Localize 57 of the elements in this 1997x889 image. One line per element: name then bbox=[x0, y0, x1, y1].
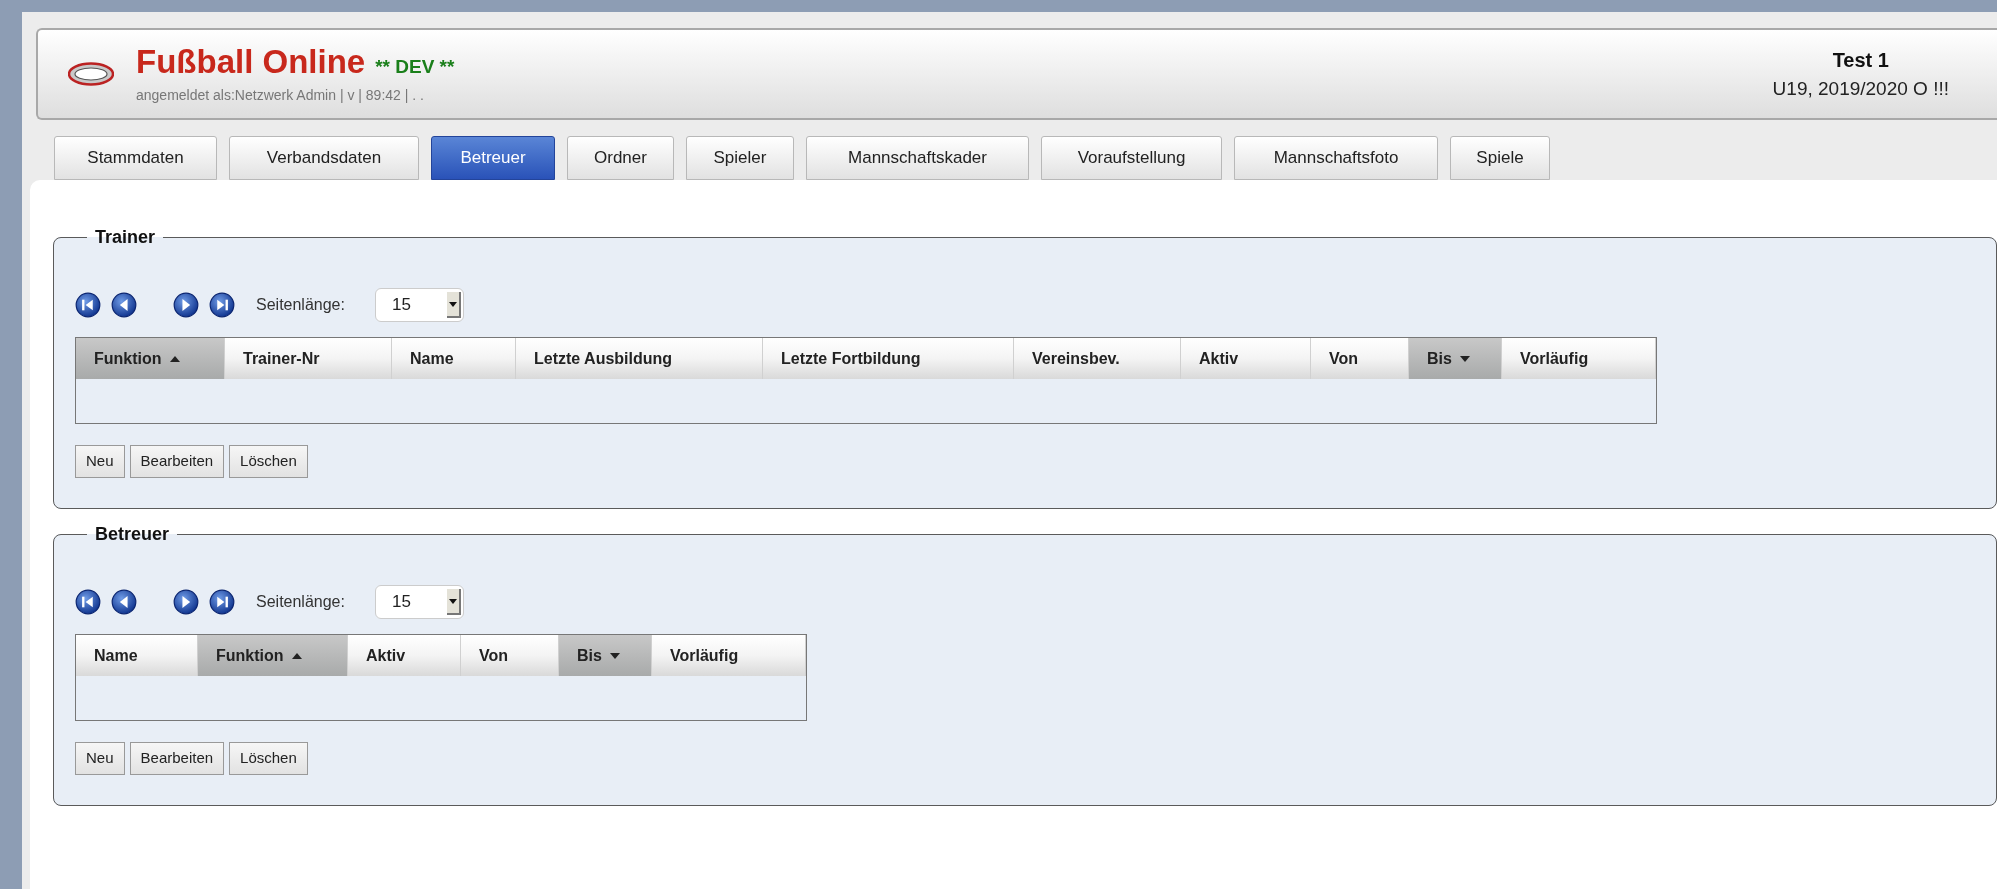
last-page-icon[interactable] bbox=[209, 292, 235, 318]
tab[interactable]: Stammdaten bbox=[54, 136, 217, 180]
action-button[interactable]: Löschen bbox=[229, 445, 308, 478]
caret-icon bbox=[446, 292, 461, 318]
app-title: Fußball Online bbox=[136, 42, 366, 81]
login-info: angemeldet als:Netzwerk Admin | v | 89:42 | . . bbox=[136, 85, 425, 105]
column-header[interactable]: Bis bbox=[1409, 338, 1502, 379]
sort-descending-icon bbox=[1459, 355, 1470, 362]
column-header[interactable]: Trainer-Nr bbox=[225, 338, 392, 379]
column-header[interactable]: Letzte Fortbildung bbox=[763, 338, 1014, 379]
sort-ascending-icon bbox=[169, 355, 180, 362]
first-page-icon[interactable] bbox=[75, 292, 101, 318]
page-size-label: Seitenlänge: bbox=[256, 295, 345, 315]
page-size-dropdown[interactable]: 15 bbox=[374, 288, 464, 322]
caret-icon bbox=[446, 589, 461, 615]
column-header[interactable]: Funktion bbox=[76, 338, 225, 379]
tab[interactable]: Verbandsdaten bbox=[229, 136, 419, 180]
action-button[interactable]: Neu bbox=[75, 445, 125, 478]
page-size-label: Seitenlänge: bbox=[256, 592, 345, 612]
sort-descending-icon bbox=[609, 652, 620, 659]
section-legend: Betreuer bbox=[87, 521, 178, 548]
column-header[interactable]: Vorläufig bbox=[652, 635, 806, 676]
column-header[interactable]: Vorläufig bbox=[1502, 338, 1656, 379]
tab[interactable]: Spiele bbox=[1450, 136, 1550, 180]
tab[interactable]: Voraufstellung bbox=[1041, 136, 1222, 180]
action-button[interactable]: Löschen bbox=[229, 742, 308, 775]
column-header[interactable]: Bis bbox=[559, 635, 652, 676]
page-size-dropdown[interactable]: 15 bbox=[374, 585, 464, 619]
action-button[interactable]: Bearbeiten bbox=[129, 742, 225, 775]
action-button[interactable]: Neu bbox=[75, 742, 125, 775]
sort-ascending-icon bbox=[291, 652, 302, 659]
logo-icon bbox=[68, 62, 114, 86]
column-header[interactable]: Aktiv bbox=[1181, 338, 1311, 379]
column-header[interactable]: Letzte Ausbildung bbox=[516, 338, 763, 379]
next-page-icon[interactable] bbox=[173, 292, 199, 318]
previous-page-icon[interactable] bbox=[111, 292, 137, 318]
action-button[interactable]: Bearbeiten bbox=[129, 445, 225, 478]
section-legend: Trainer bbox=[87, 224, 164, 251]
first-page-icon[interactable] bbox=[75, 589, 101, 615]
next-page-icon[interactable] bbox=[173, 589, 199, 615]
column-header[interactable]: Name bbox=[392, 338, 516, 379]
tab[interactable]: Spieler bbox=[686, 136, 794, 180]
previous-page-icon[interactable] bbox=[111, 589, 137, 615]
column-header[interactable]: Vereinsbev. bbox=[1014, 338, 1181, 379]
column-header[interactable]: Funktion bbox=[198, 635, 348, 676]
tab[interactable]: Mannschaftskader bbox=[806, 136, 1029, 180]
column-header[interactable]: Name bbox=[76, 635, 198, 676]
environment-label: ** DEV ** bbox=[375, 54, 455, 79]
season-info: U19, 2019/2020 O !!! bbox=[1772, 76, 1949, 101]
tab[interactable]: Ordner bbox=[567, 136, 674, 180]
tab[interactable]: Betreuer bbox=[431, 136, 555, 180]
tab[interactable]: Mannschaftsfoto bbox=[1234, 136, 1438, 180]
last-page-icon[interactable] bbox=[209, 589, 235, 615]
column-header[interactable]: Von bbox=[1311, 338, 1409, 379]
team-name: Test 1 bbox=[1832, 47, 1889, 73]
column-header[interactable]: Aktiv bbox=[348, 635, 461, 676]
column-header[interactable]: Von bbox=[461, 635, 559, 676]
